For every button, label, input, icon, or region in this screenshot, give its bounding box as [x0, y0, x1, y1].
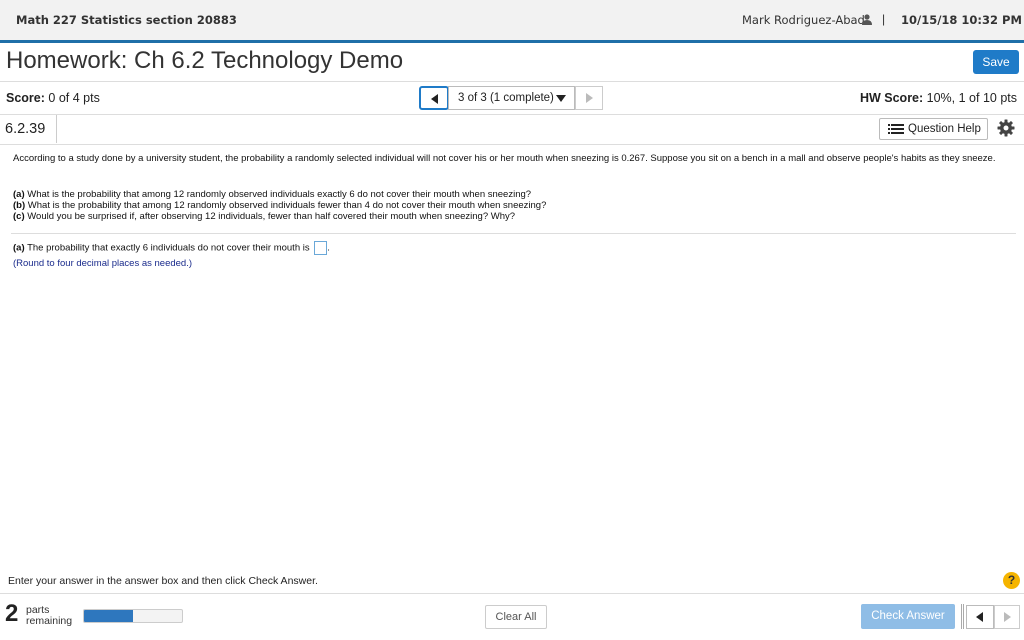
part-a: (a) What is the probability that among 1…	[13, 189, 546, 200]
answer-prompt-tag: (a)	[13, 242, 25, 254]
answer-suffix: .	[327, 242, 330, 254]
parts-label-line-2: remaining	[26, 615, 73, 627]
header-separator: |	[882, 12, 886, 26]
problem-text: According to a study done by a universit…	[13, 153, 996, 164]
user-icon	[862, 14, 872, 25]
chevron-right-icon	[586, 93, 593, 103]
previous-button[interactable]	[966, 605, 994, 629]
part-tag: (c)	[13, 211, 25, 222]
divider	[0, 593, 1024, 594]
score: Score: 0 of 4 pts	[6, 91, 100, 105]
progress-fill	[84, 610, 133, 622]
datetime: 10/15/18 10:32 PM	[901, 13, 1022, 27]
next-button[interactable]	[994, 605, 1020, 629]
part-text: Would you be surprised if, after observi…	[24, 211, 516, 222]
part-c: (c) Would you be surprised if, after obs…	[13, 211, 546, 222]
gear-icon[interactable]	[997, 119, 1015, 137]
part-tag: (b)	[13, 200, 26, 211]
rounding-hint: (Round to four decimal places as needed.…	[13, 258, 193, 269]
answer-input[interactable]	[314, 241, 328, 255]
question-parts: (a) What is the probability that among 1…	[13, 189, 546, 222]
hw-score-value: 10%, 1 of 10 pts	[926, 91, 1017, 105]
previous-question-button[interactable]	[419, 86, 449, 110]
check-answer-button[interactable]: Check Answer	[861, 604, 955, 629]
instructions: Enter your answer in the answer box and …	[8, 575, 318, 587]
question-help-label: Question Help	[908, 123, 981, 135]
next-question-button[interactable]	[575, 86, 603, 110]
part-tag: (a)	[13, 189, 25, 200]
hw-score-label: HW Score:	[859, 91, 924, 105]
save-button[interactable]: Save	[973, 50, 1019, 74]
chevron-left-icon	[976, 612, 983, 622]
part-b: (b) What is the probability that among 1…	[13, 200, 546, 211]
question-selector-dropdown[interactable]: 3 of 3 (1 complete)	[448, 86, 575, 110]
dropdown-arrow-icon	[556, 95, 566, 102]
help-icon[interactable]: ?	[1003, 572, 1020, 589]
divider	[0, 114, 1024, 115]
parts-remaining-label: parts remaining	[26, 605, 72, 627]
parts-remaining-count: 2	[5, 600, 19, 627]
top-bar: Math 227 Statistics section 20883 Mark R…	[0, 0, 1024, 43]
answer-prompt-text: The probability that exactly 6 individua…	[24, 242, 310, 254]
divider	[11, 233, 1016, 234]
chevron-left-icon	[431, 94, 438, 104]
question-position: 3 of 3 (1 complete)	[458, 92, 554, 104]
answer-prompt: (a) The probability that exactly 6 indiv…	[13, 241, 330, 255]
user-name[interactable]: Mark Rodriguez-Abad	[742, 13, 865, 27]
score-value: 0 of 4 pts	[48, 91, 100, 105]
divider	[0, 144, 1024, 145]
chevron-right-icon	[1004, 612, 1011, 622]
question-number: 6.2.39	[0, 115, 57, 143]
clear-all-button[interactable]: Clear All	[485, 605, 547, 629]
parts-progress-bar	[83, 609, 183, 623]
hw-score: HW Score: 10%, 1 of 10 pts	[860, 91, 1017, 105]
part-text: What is the probability that among 12 ra…	[24, 189, 532, 200]
part-text: What is the probability that among 12 ra…	[25, 200, 547, 211]
question-help-button[interactable]: Question Help	[879, 118, 988, 140]
course-title: Math 227 Statistics section 20883	[16, 13, 237, 27]
divider	[0, 81, 1024, 82]
divider-handle	[961, 604, 964, 629]
homework-title: Homework: Ch 6.2 Technology Demo	[6, 47, 404, 74]
list-icon	[888, 124, 904, 134]
score-label: Score:	[6, 91, 45, 105]
